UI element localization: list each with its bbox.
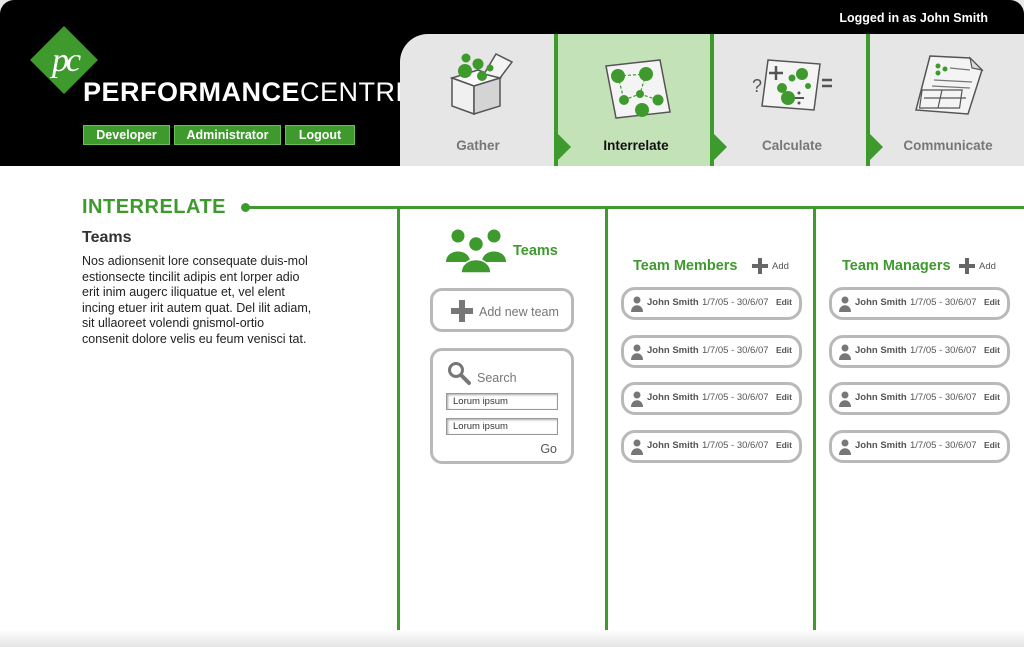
team-member-row[interactable]: John Smith 1/7/05 - 30/6/07 Edit [621,287,802,320]
team-member-row[interactable]: John Smith 1/7/05 - 30/6/07 Edit [621,335,802,368]
team-member-row[interactable]: John Smith 1/7/05 - 30/6/07 Edit [621,382,802,415]
column-divider [813,206,816,647]
plus-icon [959,258,975,274]
logo-wordmark-bold: PERFORMANCE [83,77,301,107]
manager-name: John Smith [855,297,907,308]
intro-heading: Teams [82,229,132,246]
tab-interrelate-label: Interrelate [603,138,669,153]
title-rule [246,206,1024,209]
edit-link[interactable]: Edit [984,440,1000,450]
add-team-manager-button[interactable]: Add [959,258,1003,276]
math-operations-icon: ? [752,59,832,111]
tab-gather-label: Gather [456,138,500,153]
manager-dates: 1/7/05 - 30/6/07 [910,392,977,403]
intro-text: Nos adionsenit lore consequate duis-mol … [82,254,312,346]
search-icon [448,362,471,385]
edit-link[interactable]: Edit [984,392,1000,402]
add-label: Add [979,261,996,272]
edit-link[interactable]: Edit [776,345,792,355]
add-new-team-button[interactable]: Add new team [430,288,574,332]
add-new-team-label: Add new team [479,305,559,319]
go-button[interactable]: Go [540,442,557,456]
search-field-2[interactable]: Lorum ipsum [446,418,558,435]
bottom-shade [0,630,1024,647]
edit-link[interactable]: Edit [984,297,1000,307]
team-manager-row[interactable]: John Smith 1/7/05 - 30/6/07 Edit [829,287,1010,320]
open-box-icon [449,53,514,116]
edit-link[interactable]: Edit [984,345,1000,355]
manager-dates: 1/7/05 - 30/6/07 [910,297,977,308]
section-title: INTERRELATE [82,196,227,218]
teams-heading: Teams [513,243,558,259]
team-manager-row[interactable]: John Smith 1/7/05 - 30/6/07 Edit [829,430,1010,463]
tab-arrow [866,130,883,164]
logo-wordmark: PERFORMANCECENTRE [83,77,414,108]
person-icon [631,344,643,360]
tab-calculate[interactable]: ? Calculate [714,34,870,166]
search-field-1[interactable]: Lorum ipsum [446,393,558,410]
add-label: Add [772,261,789,272]
report-document-icon [915,55,984,115]
logout-button[interactable]: Logout [285,125,355,145]
member-dates: 1/7/05 - 30/6/07 [702,392,769,403]
member-dates: 1/7/05 - 30/6/07 [702,345,769,356]
tab-arrow [710,130,727,164]
team-manager-row[interactable]: John Smith 1/7/05 - 30/6/07 Edit [829,335,1010,368]
member-name: John Smith [647,345,699,356]
process-tabs: Gather Interrelate ? Calculate Communica… [400,34,1024,166]
column-divider [605,206,608,647]
person-icon [631,439,643,455]
plus-icon [451,300,473,322]
manager-name: John Smith [855,345,907,356]
team-search-panel: Search Lorum ipsum Lorum ipsum Go [430,348,574,464]
column-divider [397,206,400,647]
team-group-icon [446,229,506,274]
tab-arrow [554,130,571,164]
member-name: John Smith [647,392,699,403]
administrator-button[interactable]: Administrator [174,125,281,145]
header: Logged in as John Smith pc PERFORMANCECE… [0,0,1024,166]
connected-nodes-map-icon [605,59,671,119]
team-managers-heading: Team Managers [842,258,951,274]
search-label: Search [477,371,517,385]
edit-link[interactable]: Edit [776,297,792,307]
developer-button[interactable]: Developer [83,125,170,145]
logo-wordmark-light: CENTRE [300,77,415,107]
plus-icon [752,258,768,274]
tab-communicate-label: Communicate [903,138,993,153]
person-icon [839,391,851,407]
member-dates: 1/7/05 - 30/6/07 [702,297,769,308]
person-icon [839,296,851,312]
tab-calculate-label: Calculate [761,138,823,153]
person-icon [631,296,643,312]
team-manager-row[interactable]: John Smith 1/7/05 - 30/6/07 Edit [829,382,1010,415]
add-team-member-button[interactable]: Add [752,258,796,276]
member-name: John Smith [647,297,699,308]
edit-link[interactable]: Edit [776,440,792,450]
edit-link[interactable]: Edit [776,392,792,402]
svg-text:?: ? [752,76,762,96]
manager-dates: 1/7/05 - 30/6/07 [910,440,977,451]
app-window: Logged in as John Smith pc PERFORMANCECE… [0,0,1024,647]
team-members-heading: Team Members [633,258,738,274]
tab-gather[interactable]: Gather [400,34,556,166]
login-status: Logged in as John Smith [839,11,988,25]
person-icon [631,391,643,407]
person-icon [839,344,851,360]
tab-communicate[interactable]: Communicate [870,34,1024,166]
manager-name: John Smith [855,392,907,403]
manager-name: John Smith [855,440,907,451]
person-icon [839,439,851,455]
member-name: John Smith [647,440,699,451]
tab-interrelate[interactable]: Interrelate [558,34,714,166]
member-dates: 1/7/05 - 30/6/07 [702,440,769,451]
manager-dates: 1/7/05 - 30/6/07 [910,345,977,356]
team-member-row[interactable]: John Smith 1/7/05 - 30/6/07 Edit [621,430,802,463]
